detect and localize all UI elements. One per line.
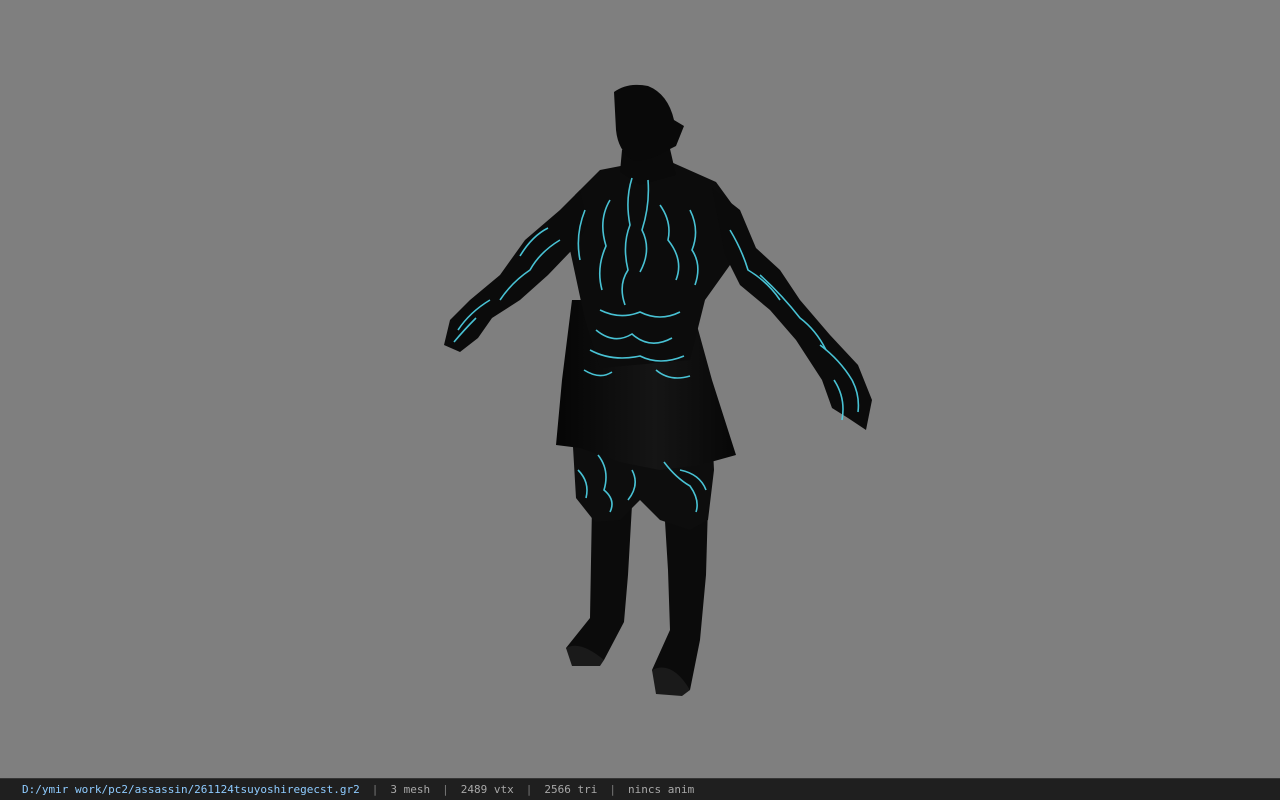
status-bar: D:/ymir work/pc2/assassin/261124tsuyoshi… (0, 778, 1280, 800)
animation-status: nincs anim (627, 783, 695, 796)
vertex-count: 2489 vtx (460, 783, 514, 796)
mesh-count: 3 mesh (390, 783, 431, 796)
separator: | (525, 783, 533, 796)
3d-viewport[interactable] (0, 0, 1280, 778)
separator: | (442, 783, 449, 796)
legs (566, 505, 708, 696)
separator: | (371, 783, 379, 796)
head (614, 84, 684, 161)
torso (570, 158, 740, 368)
triangle-count: 2566 tri (544, 783, 598, 796)
character-model[interactable] (0, 0, 1280, 778)
file-path: D:/ymir work/pc2/assassin/261124tsuyoshi… (22, 783, 360, 796)
separator: | (609, 783, 616, 796)
